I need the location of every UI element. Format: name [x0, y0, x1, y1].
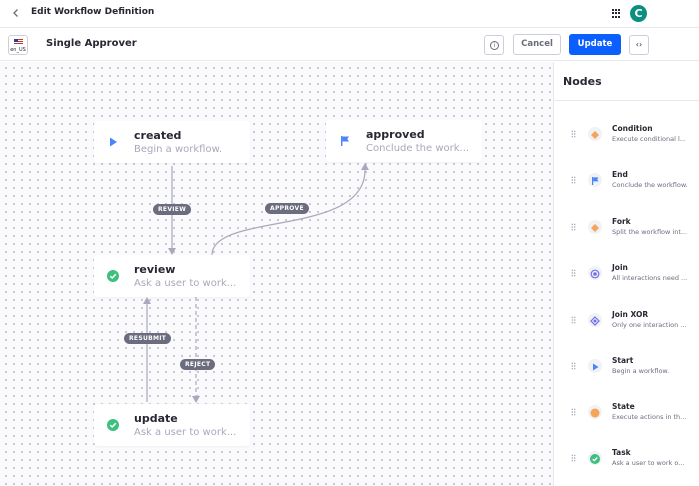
us-flag-icon [14, 39, 23, 45]
transition-label-review[interactable]: REVIEW [153, 204, 192, 215]
check-circle-icon [106, 269, 120, 283]
page-title: Edit Workflow Definition [31, 7, 155, 17]
diamond-dot-icon [588, 313, 602, 327]
node-item-title: Join XOR [612, 310, 649, 319]
node-item-task[interactable]: Task Ask a user to work o... [554, 443, 699, 483]
info-button[interactable]: i [484, 35, 504, 55]
drag-handle-icon[interactable] [571, 362, 576, 370]
node-item-title: Fork [612, 217, 631, 226]
drag-handle-icon[interactable] [571, 269, 576, 277]
node-description: Ask a user to work... [134, 278, 237, 289]
node-item-description: Ask a user to work o... [612, 459, 685, 467]
node-item-description: Begin a workflow. [612, 367, 670, 375]
circle-dot-icon [588, 266, 602, 280]
node-item-description: Only one interaction ... [612, 321, 687, 329]
node-created[interactable]: created Begin a workflow. [94, 121, 250, 163]
node-approved[interactable]: approved Conclude the work... [326, 120, 482, 162]
locale-selector[interactable]: en_US [8, 35, 28, 55]
arrow-head [192, 396, 200, 403]
circle-icon [588, 405, 602, 419]
node-item-title: Join [612, 263, 628, 272]
definition-title[interactable]: Single Approver [46, 38, 137, 49]
arrow-head [361, 163, 369, 170]
drag-handle-icon[interactable] [571, 454, 576, 462]
node-item-description: Execute actions in th... [612, 413, 687, 421]
drag-handle-icon[interactable] [571, 408, 576, 416]
node-description: Conclude the work... [366, 143, 470, 154]
check-circle-icon [588, 451, 602, 465]
node-update[interactable]: update Ask a user to work... [94, 404, 250, 446]
node-item-title: Start [612, 356, 634, 365]
node-item-description: Conclude the workflow. [612, 181, 688, 189]
panel-title: Nodes [563, 75, 602, 88]
transition-label-reject[interactable]: REJECT [180, 359, 216, 370]
cancel-button[interactable]: Cancel [513, 34, 561, 55]
drag-handle-icon[interactable] [571, 316, 576, 324]
code-view-button[interactable]: ‹› [629, 35, 649, 55]
info-icon: i [490, 41, 499, 50]
node-item-condition[interactable]: Condition Execute conditional l... [554, 119, 699, 159]
flag-icon [588, 173, 602, 187]
node-item-fork[interactable]: Fork Split the workflow int... [554, 212, 699, 252]
node-title: approved [366, 128, 425, 141]
node-title: created [134, 129, 182, 142]
check-circle-icon [106, 418, 120, 432]
node-item-title: End [612, 170, 628, 179]
node-item-description: Execute conditional l... [612, 135, 686, 143]
play-icon [588, 359, 602, 373]
node-item-description: All interactions need ... [612, 274, 688, 282]
node-item-state[interactable]: State Execute actions in th... [554, 397, 699, 437]
transition-label-approve[interactable]: APPROVE [265, 203, 309, 214]
apps-grid-icon[interactable] [612, 9, 621, 18]
diamond-icon [588, 220, 602, 234]
node-title: update [134, 412, 178, 425]
node-description: Begin a workflow. [134, 144, 223, 155]
node-title: review [134, 263, 176, 276]
nodes-panel: Nodes Condition Execute conditional l...… [553, 62, 699, 486]
drag-handle-icon[interactable] [571, 176, 576, 184]
drag-handle-icon[interactable] [571, 130, 576, 138]
diamond-icon [588, 127, 602, 141]
node-review[interactable]: review Ask a user to work... [94, 255, 250, 297]
arrow-head [168, 248, 176, 255]
node-item-join-xor[interactable]: Join XOR Only one interaction ... [554, 305, 699, 345]
top-header: Edit Workflow Definition C [0, 0, 699, 28]
node-item-title: Condition [612, 124, 653, 133]
node-item-description: Split the workflow int... [612, 228, 688, 236]
node-item-end[interactable]: End Conclude the workflow. [554, 165, 699, 205]
flag-icon [338, 134, 352, 148]
play-icon [106, 135, 120, 149]
definition-toolbar: en_US Single Approver i Cancel Update ‹› [0, 28, 699, 61]
workflow-canvas[interactable]: REVIEW APPROVE RESUBMIT REJECT created B… [0, 62, 553, 486]
node-item-title: Task [612, 448, 631, 457]
update-button[interactable]: Update [569, 34, 621, 55]
node-item-join[interactable]: Join All interactions need ... [554, 258, 699, 298]
divider [554, 100, 699, 101]
chevron-left-icon[interactable] [12, 7, 24, 21]
avatar[interactable]: C [630, 5, 647, 22]
node-description: Ask a user to work... [134, 427, 237, 438]
drag-handle-icon[interactable] [571, 223, 576, 231]
node-item-title: State [612, 402, 635, 411]
locale-label: en_US [10, 47, 26, 53]
node-item-start[interactable]: Start Begin a workflow. [554, 351, 699, 391]
arrow-head [143, 297, 151, 304]
transition-label-resubmit[interactable]: RESUBMIT [124, 333, 172, 344]
